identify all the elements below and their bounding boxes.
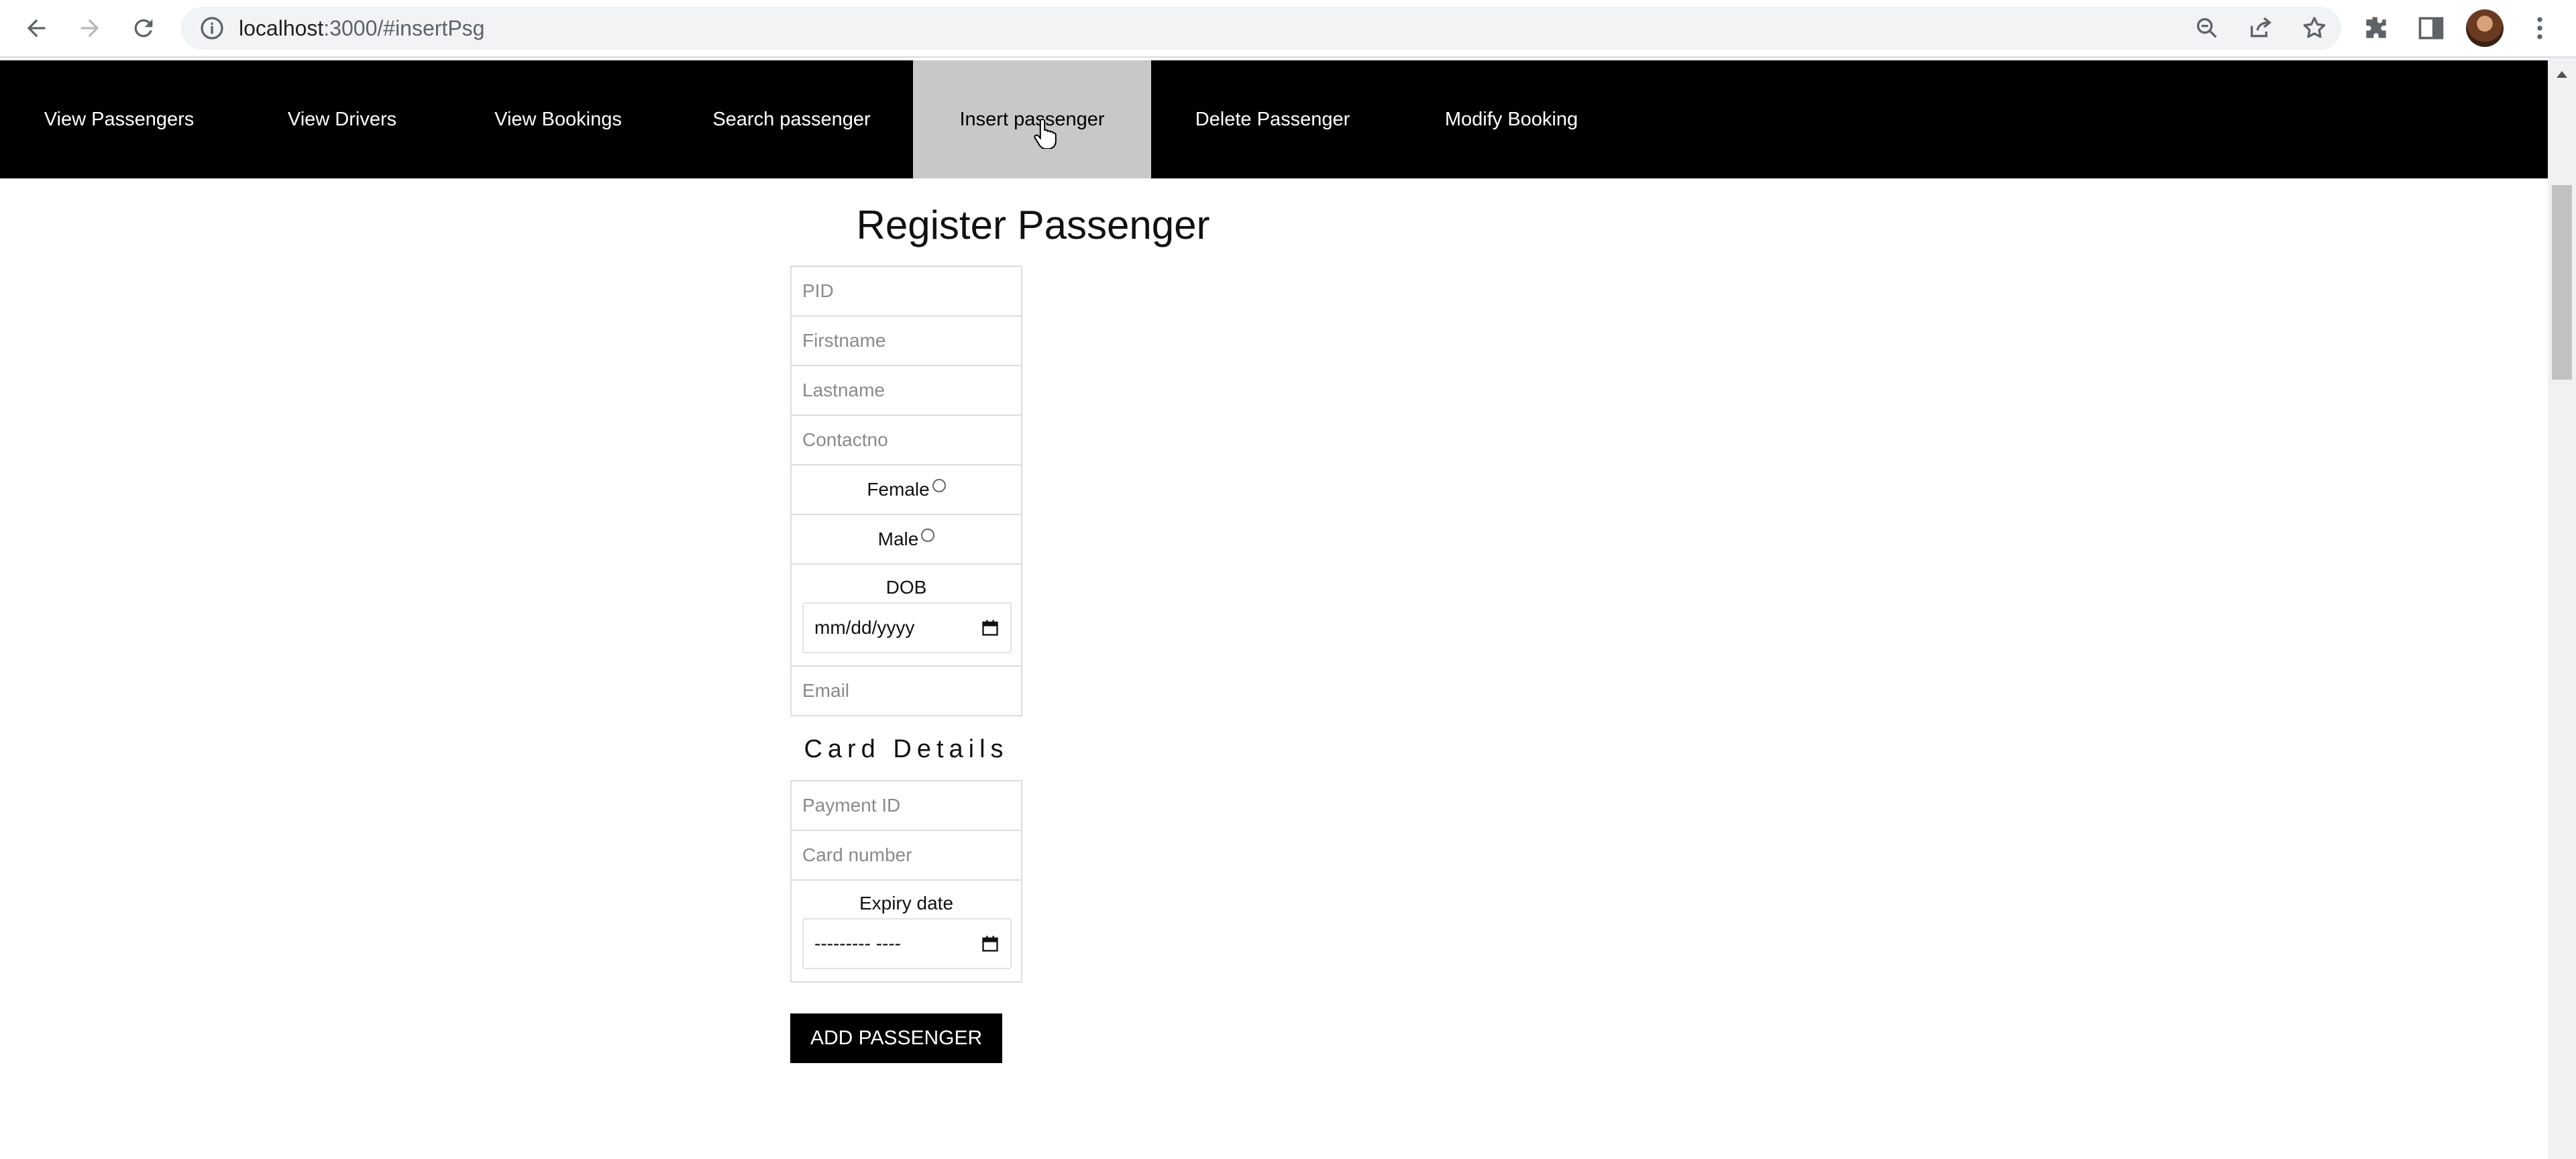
expiry-field: Expiry date --------- ---- (790, 879, 1022, 983)
forward-button[interactable] (70, 8, 110, 48)
nav-item-insert-passenger[interactable]: Insert passenger (913, 60, 1151, 178)
male-label: Male (877, 529, 919, 549)
dob-date-input[interactable]: mm/dd/yyyy (802, 602, 1012, 653)
nav-item-search-passenger[interactable]: Search passenger (670, 60, 913, 178)
calendar-icon[interactable] (981, 934, 1000, 953)
page-scrollbar[interactable] (2548, 58, 2576, 1159)
top-navigation: View Passengers View Drivers View Bookin… (0, 60, 2548, 178)
dob-date-value: mm/dd/yyyy (814, 617, 915, 638)
zoom-icon[interactable] (2194, 15, 2220, 42)
pid-input[interactable] (792, 267, 1021, 315)
forward-arrow-icon (80, 19, 99, 38)
nav-item-view-drivers[interactable]: View Drivers (238, 60, 446, 178)
card-number-input[interactable] (792, 831, 1021, 879)
firstname-field[interactable] (790, 315, 1022, 366)
payment-id-field[interactable] (790, 780, 1022, 831)
reload-icon (134, 19, 153, 38)
back-arrow-icon (27, 19, 46, 38)
url-text[interactable]: localhost:3000/#insertPsg (239, 7, 484, 50)
avatar[interactable] (2466, 9, 2504, 47)
dob-field: DOB mm/dd/yyyy (790, 563, 1022, 667)
scroll-up-arrow-icon[interactable] (2555, 70, 2569, 79)
nav-item-view-bookings[interactable]: View Bookings (446, 60, 670, 178)
add-passenger-button[interactable]: ADD PASSENGER (790, 1013, 1003, 1063)
pid-field[interactable] (790, 266, 1022, 317)
url-path: :3000/#insertPsg (323, 16, 485, 40)
male-radio[interactable] (921, 529, 935, 542)
card-number-field[interactable] (790, 830, 1022, 881)
kebab-menu-icon[interactable] (2525, 13, 2555, 43)
lastname-input[interactable] (792, 366, 1021, 415)
contact-input[interactable] (792, 416, 1021, 464)
back-button[interactable] (16, 8, 56, 48)
card-details-heading: Card Details (804, 735, 1009, 763)
page-title: Register Passenger (856, 203, 1210, 247)
dob-label: DOB (885, 577, 927, 598)
star-icon[interactable] (2301, 15, 2328, 42)
expiry-date-value: --------- ---- (814, 933, 901, 954)
nav-item-modify-booking[interactable]: Modify Booking (1394, 60, 1629, 178)
female-option[interactable]: Female (790, 464, 1022, 515)
email-input[interactable] (792, 667, 1021, 715)
page-viewport: View Passengers View Drivers View Bookin… (0, 58, 2548, 1159)
expiry-label: Expiry date (859, 893, 954, 914)
female-label: Female (867, 479, 930, 500)
expiry-date-input[interactable]: --------- ---- (802, 918, 1012, 969)
address-bar[interactable]: localhost:3000/#insertPsg (181, 7, 2341, 50)
reload-button[interactable] (123, 8, 164, 48)
side-panel-icon[interactable] (2416, 13, 2446, 43)
payment-id-input[interactable] (792, 781, 1021, 830)
share-icon[interactable] (2247, 15, 2274, 42)
calendar-icon[interactable] (981, 618, 1000, 637)
hand-cursor-icon (1034, 118, 1057, 149)
email-field[interactable] (790, 665, 1022, 716)
firstname-input[interactable] (792, 317, 1021, 365)
female-radio[interactable] (932, 479, 946, 492)
puzzle-icon[interactable] (2361, 13, 2391, 43)
register-passenger-form: Female Male DOB mm/dd/yyyy Card Details … (790, 266, 1022, 1063)
contact-field[interactable] (790, 415, 1022, 465)
nav-item-delete-passenger[interactable]: Delete Passenger (1151, 60, 1394, 178)
browser-toolbar: localhost:3000/#insertPsg (0, 0, 2576, 58)
url-host: localhost (239, 16, 324, 40)
male-option[interactable]: Male (790, 514, 1022, 565)
info-icon[interactable] (199, 15, 225, 42)
lastname-field[interactable] (790, 365, 1022, 416)
nav-item-view-passengers[interactable]: View Passengers (0, 60, 238, 178)
scrollbar-thumb[interactable] (2552, 185, 2572, 380)
